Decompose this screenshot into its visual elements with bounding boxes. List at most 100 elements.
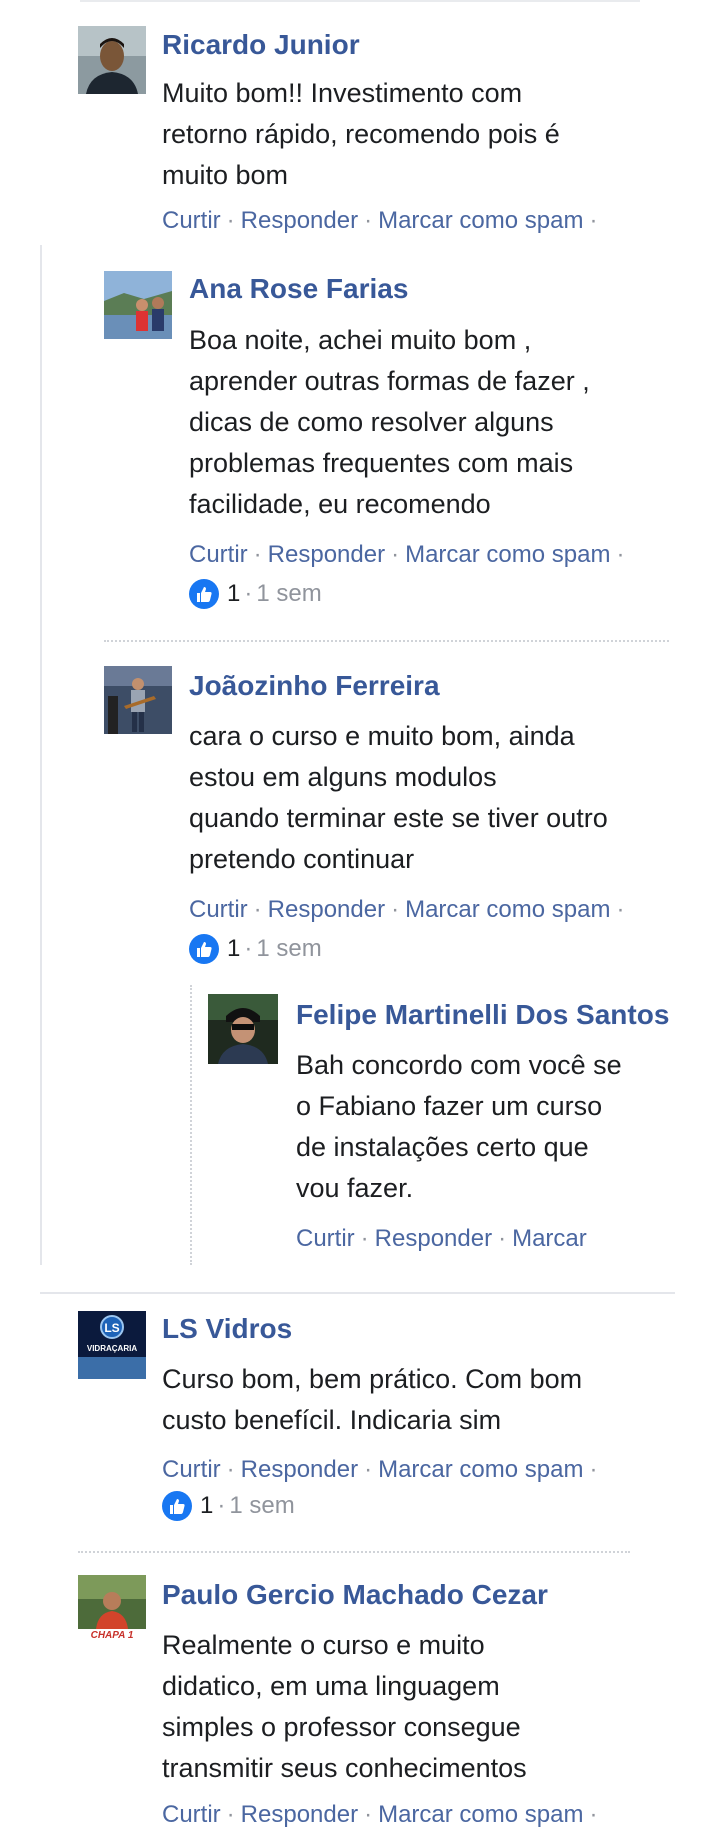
comment-text: Realmente o curso e muito didatico, em u… bbox=[162, 1625, 527, 1789]
like-link[interactable]: Curtir bbox=[162, 1801, 221, 1828]
separator: · bbox=[244, 580, 253, 607]
timestamp[interactable]: 1 sem bbox=[256, 579, 321, 609]
comment-actions: Curtir · Responder · Marcar como spam · bbox=[162, 1800, 603, 1830]
top-divider bbox=[80, 0, 640, 2]
avatar-label: CHAPA 1 bbox=[90, 1630, 134, 1641]
thread-line bbox=[40, 245, 42, 1265]
comment-line: vou fazer. bbox=[296, 1173, 414, 1203]
reply-link[interactable]: Responder bbox=[268, 896, 385, 923]
separator: · bbox=[616, 896, 625, 923]
avatar[interactable] bbox=[104, 271, 172, 339]
comment-text: Muito bom!! Investimento com retorno ráp… bbox=[162, 73, 560, 196]
svg-text:LS: LS bbox=[104, 1321, 119, 1335]
like-link[interactable]: Curtir bbox=[162, 1456, 221, 1483]
avatar-label: VIDRAÇARIA bbox=[86, 1344, 138, 1353]
comment-line: Bah concordo com você se bbox=[296, 1050, 622, 1080]
comment-text: Bah concordo com você se o Fabiano fazer… bbox=[296, 1045, 622, 1209]
separator: · bbox=[589, 207, 598, 234]
avatar[interactable]: LS VIDRAÇARIA bbox=[78, 1311, 146, 1379]
comment-text: cara o curso e muito bom, ainda estou em… bbox=[189, 716, 608, 880]
comment-line: Boa noite, achei muito bom , bbox=[189, 325, 532, 355]
comment-line: dicas de como resolver alguns bbox=[189, 407, 554, 437]
spam-link[interactable]: Marcar como spam bbox=[378, 1801, 583, 1828]
separator: · bbox=[244, 935, 253, 962]
comment-line: de instalações certo que bbox=[296, 1132, 589, 1162]
section-divider bbox=[40, 1292, 675, 1294]
comment-line: Realmente o curso e muito bbox=[162, 1630, 485, 1660]
comment-line: quando terminar este se tiver outro bbox=[189, 803, 608, 833]
timestamp[interactable]: 1 sem bbox=[256, 934, 321, 964]
separator: · bbox=[589, 1456, 598, 1483]
comment-actions: Curtir · Responder · Marcar como spam · bbox=[162, 1455, 603, 1485]
comment-line: facilidade, eu recomendo bbox=[189, 489, 491, 519]
comment-actions: Curtir · Responder · Marcar como spam · bbox=[189, 895, 630, 925]
timestamp[interactable]: 1 sem bbox=[229, 1491, 294, 1521]
separator: · bbox=[391, 896, 400, 923]
comment-line: retorno rápido, recomendo pois é bbox=[162, 119, 560, 149]
reply-link[interactable]: Responder bbox=[241, 1801, 358, 1828]
like-count: 1 bbox=[200, 1492, 214, 1519]
like-link[interactable]: Curtir bbox=[189, 541, 248, 568]
comment-line: didatico, em uma linguagem bbox=[162, 1671, 500, 1701]
divider bbox=[104, 640, 669, 642]
avatar[interactable] bbox=[78, 26, 146, 94]
separator: · bbox=[616, 541, 625, 568]
avatar[interactable] bbox=[208, 994, 278, 1064]
like-link[interactable]: Curtir bbox=[162, 207, 221, 234]
reply-link[interactable]: Responder bbox=[241, 207, 358, 234]
separator: · bbox=[217, 1492, 226, 1519]
spam-link[interactable]: Marcar como spam bbox=[405, 896, 610, 923]
like-count: 1 bbox=[227, 935, 241, 962]
comment-author[interactable]: Paulo Gercio Machado Cezar bbox=[162, 1578, 548, 1612]
comment-line: estou em alguns modulos bbox=[189, 762, 497, 792]
comment-line: muito bom bbox=[162, 160, 289, 190]
spam-link[interactable]: Marcar como spam bbox=[378, 207, 583, 234]
separator: · bbox=[226, 207, 235, 234]
comment-line: cara o curso e muito bom, ainda bbox=[189, 721, 575, 751]
comment-text: Curso bom, bem prático. Com bom custo be… bbox=[162, 1359, 582, 1441]
avatar[interactable] bbox=[104, 666, 172, 734]
like-link[interactable]: Curtir bbox=[189, 896, 248, 923]
spam-link[interactable]: Marcar como spam bbox=[378, 1456, 583, 1483]
comment-line: aprender outras formas de fazer , bbox=[189, 366, 590, 396]
avatar[interactable]: CHAPA 1 bbox=[78, 1575, 146, 1643]
separator: · bbox=[360, 1225, 369, 1252]
spam-link[interactable]: Marcar bbox=[512, 1225, 587, 1252]
like-count: 1 bbox=[227, 580, 241, 607]
like-link[interactable]: Curtir bbox=[296, 1225, 355, 1252]
comment-text: Boa noite, achei muito bom , aprender ou… bbox=[189, 320, 590, 525]
comment-author[interactable]: LS Vidros bbox=[162, 1312, 292, 1346]
like-count-row[interactable]: 1 · 1 sem bbox=[162, 1491, 295, 1521]
comment-line: pretendo continuar bbox=[189, 844, 415, 874]
like-thumb-icon bbox=[162, 1491, 192, 1521]
comment-line: Curso bom, bem prático. Com bom bbox=[162, 1364, 583, 1394]
separator: · bbox=[589, 1801, 598, 1828]
comment-actions: Curtir · Responder · Marcar como spam · bbox=[162, 206, 603, 236]
separator: · bbox=[391, 541, 400, 568]
separator: · bbox=[226, 1801, 235, 1828]
separator: · bbox=[253, 896, 262, 923]
comment-author[interactable]: Joãozinho Ferreira bbox=[189, 669, 440, 703]
like-count-row[interactable]: 1 · 1 sem bbox=[189, 934, 322, 964]
comment-line: problemas frequentes com mais bbox=[189, 448, 574, 478]
like-thumb-icon bbox=[189, 934, 219, 964]
comment-line: o Fabiano fazer um curso bbox=[296, 1091, 603, 1121]
separator: · bbox=[498, 1225, 507, 1252]
comment-line: Muito bom!! Investimento com bbox=[162, 78, 523, 108]
nested-thread-line bbox=[190, 985, 192, 1265]
reply-link[interactable]: Responder bbox=[268, 541, 385, 568]
divider bbox=[78, 1551, 630, 1553]
spam-link[interactable]: Marcar como spam bbox=[405, 541, 610, 568]
like-thumb-icon bbox=[189, 579, 219, 609]
reply-link[interactable]: Responder bbox=[375, 1225, 492, 1252]
comment-author[interactable]: Ricardo Junior bbox=[162, 28, 360, 62]
separator: · bbox=[364, 207, 373, 234]
reply-link[interactable]: Responder bbox=[241, 1456, 358, 1483]
like-count-row[interactable]: 1 · 1 sem bbox=[189, 579, 322, 609]
comment-author[interactable]: Felipe Martinelli Dos Santos bbox=[296, 998, 672, 1032]
comment-author[interactable]: Ana Rose Farias bbox=[189, 272, 408, 306]
separator: · bbox=[226, 1456, 235, 1483]
comment-line: custo benefícil. Indicaria sim bbox=[162, 1405, 502, 1435]
separator: · bbox=[364, 1801, 373, 1828]
separator: · bbox=[253, 541, 262, 568]
